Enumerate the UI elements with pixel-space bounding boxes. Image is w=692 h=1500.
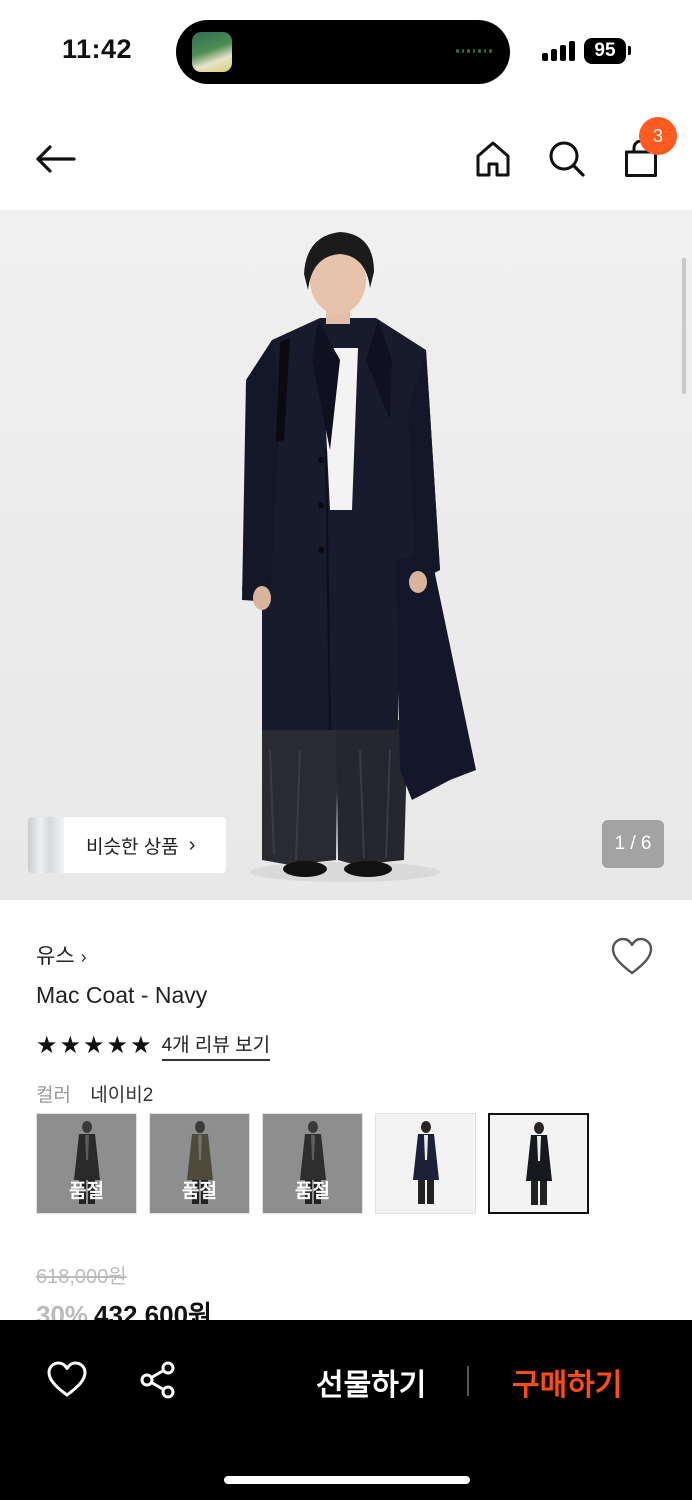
- home-button[interactable]: [470, 136, 516, 182]
- home-icon: [476, 141, 510, 177]
- product-image-gallery[interactable]: 비슷한 상품 › 1 / 6: [0, 210, 692, 900]
- wishlist-button[interactable]: [610, 936, 654, 980]
- home-indicator: [224, 1476, 470, 1484]
- brand-name: 유스: [36, 945, 75, 968]
- color-option-swatch[interactable]: [488, 1113, 589, 1214]
- color-label: 컬러: [36, 1085, 71, 1106]
- now-playing-artwork: [192, 32, 232, 72]
- product-photo: [0, 210, 692, 900]
- star-icon: ★: [83, 1031, 105, 1059]
- option-thumbnail: [412, 1121, 439, 1204]
- color-option-list: 품절 품절 품절: [36, 1113, 589, 1214]
- star-icon: ★: [36, 1031, 58, 1059]
- sold-out-label: 품절: [69, 1181, 104, 1202]
- star-icon: ★: [130, 1031, 152, 1059]
- similar-products-button[interactable]: 비슷한 상품 ›: [28, 817, 226, 873]
- back-arrow-icon: [36, 145, 76, 173]
- sold-out-label: 품절: [182, 1181, 217, 1202]
- back-button[interactable]: [32, 136, 78, 182]
- buy-button[interactable]: 구매하기: [512, 1360, 622, 1404]
- star-icon: ★: [106, 1031, 129, 1059]
- battery-tip: [628, 46, 631, 55]
- view-reviews-link[interactable]: 4개 리뷰 보기: [161, 1030, 271, 1061]
- search-button[interactable]: [544, 136, 590, 182]
- rating-stars: ★ ★ ★ ★ ★: [36, 1031, 152, 1059]
- color-option-swatch[interactable]: 품절: [149, 1113, 250, 1214]
- top-nav: [0, 110, 692, 206]
- status-time: 11:42: [62, 34, 133, 64]
- bottom-wishlist-button[interactable]: [46, 1360, 88, 1400]
- product-title: Mac Coat - Navy: [36, 982, 208, 1008]
- star-icon: ★: [59, 1031, 82, 1059]
- cellular-signal-icon: [542, 41, 576, 61]
- similar-products-label: 비슷한 상품: [86, 836, 179, 858]
- color-option-swatch[interactable]: 품절: [36, 1113, 137, 1214]
- heart-outline-icon: [611, 937, 653, 975]
- purchase-bar: 선물하기 구매하기: [0, 1320, 692, 1500]
- status-bar: 11:42 95: [0, 0, 692, 100]
- image-page-indicator: 1 / 6: [602, 820, 664, 868]
- gift-button[interactable]: 선물하기: [316, 1360, 426, 1404]
- option-thumbnail: [525, 1122, 552, 1205]
- sold-out-label: 품절: [295, 1181, 330, 1202]
- rating-row: ★ ★ ★ ★ ★ 4개 리뷰 보기: [36, 1030, 271, 1061]
- cart-count-badge: 3: [639, 117, 677, 155]
- chevron-right-icon: ›: [80, 947, 87, 967]
- selected-color-value: 네이비2: [90, 1085, 154, 1106]
- heart-outline-icon: [47, 1361, 87, 1397]
- chevron-right-icon: ›: [188, 833, 196, 856]
- color-option-swatch[interactable]: 품절: [262, 1113, 363, 1214]
- brand-link[interactable]: 유스 ›: [36, 940, 87, 970]
- gallery-scroll-indicator: [682, 258, 686, 394]
- search-icon: [549, 141, 585, 177]
- share-button[interactable]: [138, 1360, 178, 1400]
- audio-waveform-icon: [456, 49, 493, 55]
- similar-product-thumbnail: [28, 817, 64, 873]
- original-price: 618,000원: [36, 1266, 127, 1288]
- color-selection-row: 컬러 네이비2: [36, 1080, 153, 1107]
- battery-icon: 95: [584, 38, 626, 64]
- button-divider: [467, 1366, 469, 1396]
- color-option-swatch[interactable]: [375, 1113, 476, 1214]
- share-icon: [140, 1361, 175, 1399]
- dynamic-island: [176, 20, 510, 84]
